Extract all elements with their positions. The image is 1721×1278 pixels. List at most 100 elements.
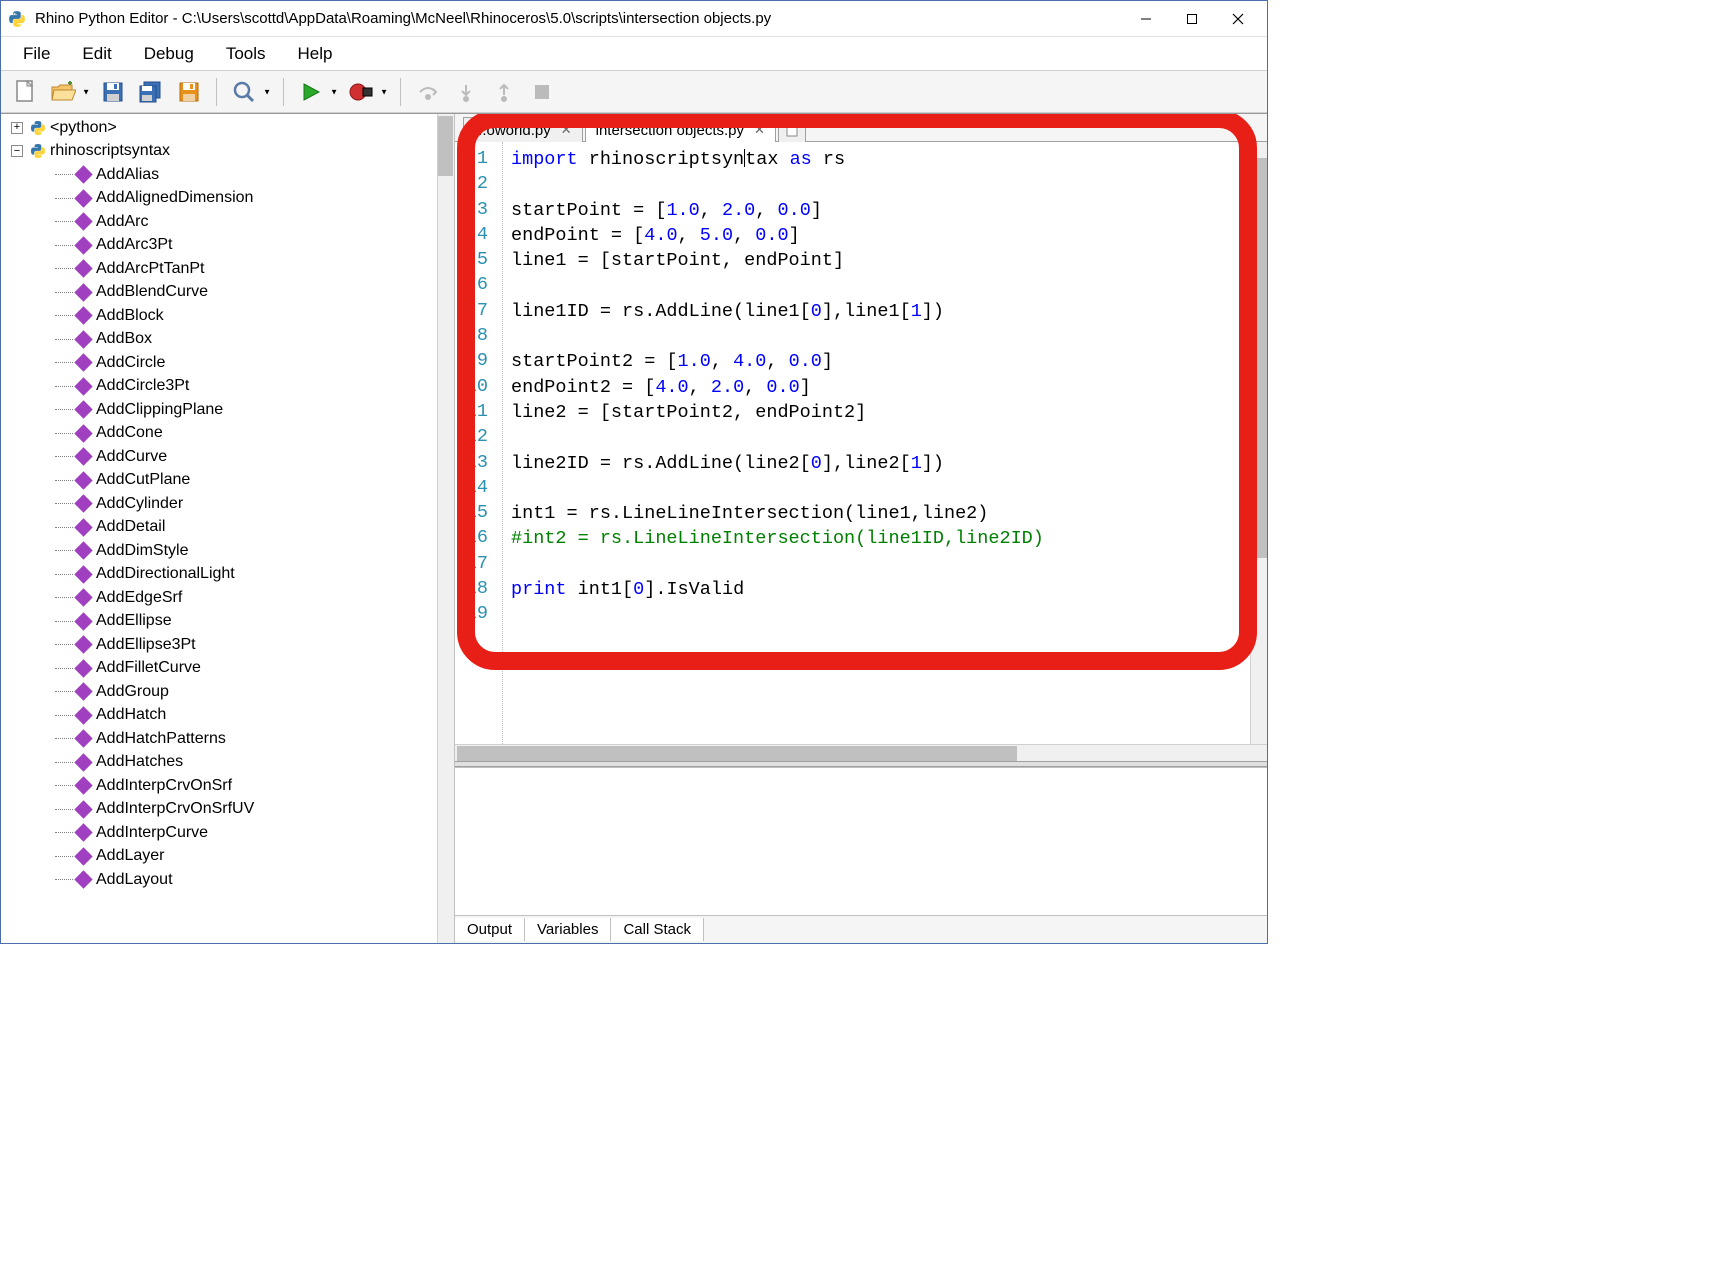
- tab-helloworld[interactable]: ...oworld.py ✕: [463, 117, 583, 142]
- api-tree[interactable]: + <python> − rhinoscriptsyntax AddAlias A…: [1, 114, 454, 943]
- tree-method-addarc3pt[interactable]: AddArc3Pt: [1, 234, 454, 258]
- code-content[interactable]: import rhinoscriptsyntax as rs startPoin…: [503, 142, 1267, 744]
- maximize-button[interactable]: [1169, 4, 1215, 34]
- tree-method-addellipse[interactable]: AddEllipse: [1, 610, 454, 634]
- new-file-button[interactable]: [7, 75, 43, 109]
- tab-intersection-objects[interactable]: intersection objects.py✕: [585, 117, 776, 142]
- editor-v-scrollbar[interactable]: [1250, 142, 1267, 744]
- tree-method-addellipse3pt[interactable]: AddEllipse3Pt: [1, 633, 454, 657]
- tree-method-addcircle[interactable]: AddCircle: [1, 351, 454, 375]
- tree-scrollbar[interactable]: [437, 114, 454, 943]
- tree-connector: [55, 879, 73, 880]
- tree-method-addcylinder[interactable]: AddCylinder: [1, 492, 454, 516]
- tree-method-addfilletcurve[interactable]: AddFilletCurve: [1, 657, 454, 681]
- menu-tools[interactable]: Tools: [212, 40, 280, 68]
- menu-file[interactable]: File: [9, 40, 64, 68]
- editor-h-scrollbar[interactable]: [455, 744, 1267, 761]
- stop-button: [524, 75, 560, 109]
- tree-label: AddEdgeSrf: [96, 589, 182, 607]
- tree-label: AddClippingPlane: [96, 401, 223, 419]
- save-all-button[interactable]: [133, 75, 169, 109]
- tree-method-addinterpcrvonsrfuv[interactable]: AddInterpCrvOnSrfUV: [1, 798, 454, 822]
- new-tab-button[interactable]: [778, 117, 806, 142]
- method-icon: [75, 542, 92, 559]
- tree-method-addarcpttanpt[interactable]: AddArcPtTanPt: [1, 257, 454, 281]
- close-button[interactable]: [1215, 4, 1261, 34]
- tree-label: AddDimStyle: [96, 542, 188, 560]
- tree-label: AddHatches: [96, 753, 183, 771]
- tree-method-adddimstyle[interactable]: AddDimStyle: [1, 539, 454, 563]
- tree-method-addhatchpatterns[interactable]: AddHatchPatterns: [1, 727, 454, 751]
- output-tab-output[interactable]: Output: [455, 918, 525, 941]
- tree-method-addblendcurve[interactable]: AddBlendCurve: [1, 281, 454, 305]
- tree-method-adddetail[interactable]: AddDetail: [1, 516, 454, 540]
- save-as-button[interactable]: [171, 75, 207, 109]
- output-tab-callstack[interactable]: Call Stack: [611, 918, 704, 941]
- code-editor[interactable]: 12345678910111213141516171819 import rhi…: [455, 142, 1267, 744]
- python-app-icon: [7, 9, 27, 29]
- toolbar-separator: [216, 78, 217, 106]
- close-tab-icon[interactable]: ✕: [561, 122, 572, 138]
- tree-connector: [55, 668, 73, 669]
- tree-connector: [55, 621, 73, 622]
- collapse-icon[interactable]: −: [11, 145, 23, 157]
- minimize-button[interactable]: [1123, 4, 1169, 34]
- tree-connector: [55, 597, 73, 598]
- search-button[interactable]: ▼: [226, 75, 274, 109]
- tree-node-python[interactable]: + <python>: [1, 116, 454, 140]
- method-icon: [75, 331, 92, 348]
- tree-method-addhatches[interactable]: AddHatches: [1, 751, 454, 775]
- tree-connector: [55, 174, 73, 175]
- tree-method-addlayout[interactable]: AddLayout: [1, 868, 454, 892]
- tree-label: AddCircle: [96, 354, 165, 372]
- tree-label: AddEllipse3Pt: [96, 636, 196, 654]
- tree-connector: [55, 456, 73, 457]
- tree-method-addarc[interactable]: AddArc: [1, 210, 454, 234]
- tree-method-addedgesrf[interactable]: AddEdgeSrf: [1, 586, 454, 610]
- tree-method-addclippingplane[interactable]: AddClippingPlane: [1, 398, 454, 422]
- tree-method-addalias[interactable]: AddAlias: [1, 163, 454, 187]
- tree-method-addinterpcurve[interactable]: AddInterpCurve: [1, 821, 454, 845]
- tree-label: rhinoscriptsyntax: [50, 142, 170, 160]
- close-tab-icon[interactable]: ✕: [754, 122, 765, 138]
- tree-method-addcircle3pt[interactable]: AddCircle3Pt: [1, 375, 454, 399]
- tree-label: AddBlendCurve: [96, 283, 208, 301]
- open-file-button[interactable]: ▼: [45, 75, 93, 109]
- tree-node-rhinoscriptsyntax[interactable]: − rhinoscriptsyntax: [1, 140, 454, 164]
- tree-method-addlayer[interactable]: AddLayer: [1, 845, 454, 869]
- tree-method-addcutplane[interactable]: AddCutPlane: [1, 469, 454, 493]
- output-body[interactable]: [455, 768, 1267, 915]
- method-icon: [75, 307, 92, 324]
- method-icon: [75, 613, 92, 630]
- tree-label: AddCylinder: [96, 495, 183, 513]
- tree-label: AddAlias: [96, 166, 159, 184]
- save-button[interactable]: [95, 75, 131, 109]
- run-button[interactable]: ▼: [293, 75, 341, 109]
- method-icon: [75, 730, 92, 747]
- tree-label: AddLayout: [96, 871, 173, 889]
- method-icon: [75, 237, 92, 254]
- tree-method-addbox[interactable]: AddBox: [1, 328, 454, 352]
- tree-method-addblock[interactable]: AddBlock: [1, 304, 454, 328]
- expand-icon[interactable]: +: [11, 122, 23, 134]
- tree-method-addaligneddimension[interactable]: AddAlignedDimension: [1, 187, 454, 211]
- breakpoint-button[interactable]: ▼: [343, 75, 391, 109]
- method-icon: [75, 589, 92, 606]
- tab-label: ...oworld.py: [474, 122, 551, 139]
- tree-method-addhatch[interactable]: AddHatch: [1, 704, 454, 728]
- tree-method-addcurve[interactable]: AddCurve: [1, 445, 454, 469]
- tree-connector: [55, 245, 73, 246]
- menu-debug[interactable]: Debug: [130, 40, 208, 68]
- tree-label: AddInterpCrvOnSrf: [96, 777, 232, 795]
- method-icon: [75, 284, 92, 301]
- tree-method-adddirectionallight[interactable]: AddDirectionalLight: [1, 563, 454, 587]
- tree-connector: [55, 574, 73, 575]
- tree-method-addinterpcrvonsrf[interactable]: AddInterpCrvOnSrf: [1, 774, 454, 798]
- method-icon: [75, 425, 92, 442]
- output-tab-variables[interactable]: Variables: [525, 918, 611, 941]
- menu-help[interactable]: Help: [284, 40, 347, 68]
- tree-method-addgroup[interactable]: AddGroup: [1, 680, 454, 704]
- tree-label: AddDetail: [96, 518, 165, 536]
- tree-method-addcone[interactable]: AddCone: [1, 422, 454, 446]
- menu-edit[interactable]: Edit: [68, 40, 125, 68]
